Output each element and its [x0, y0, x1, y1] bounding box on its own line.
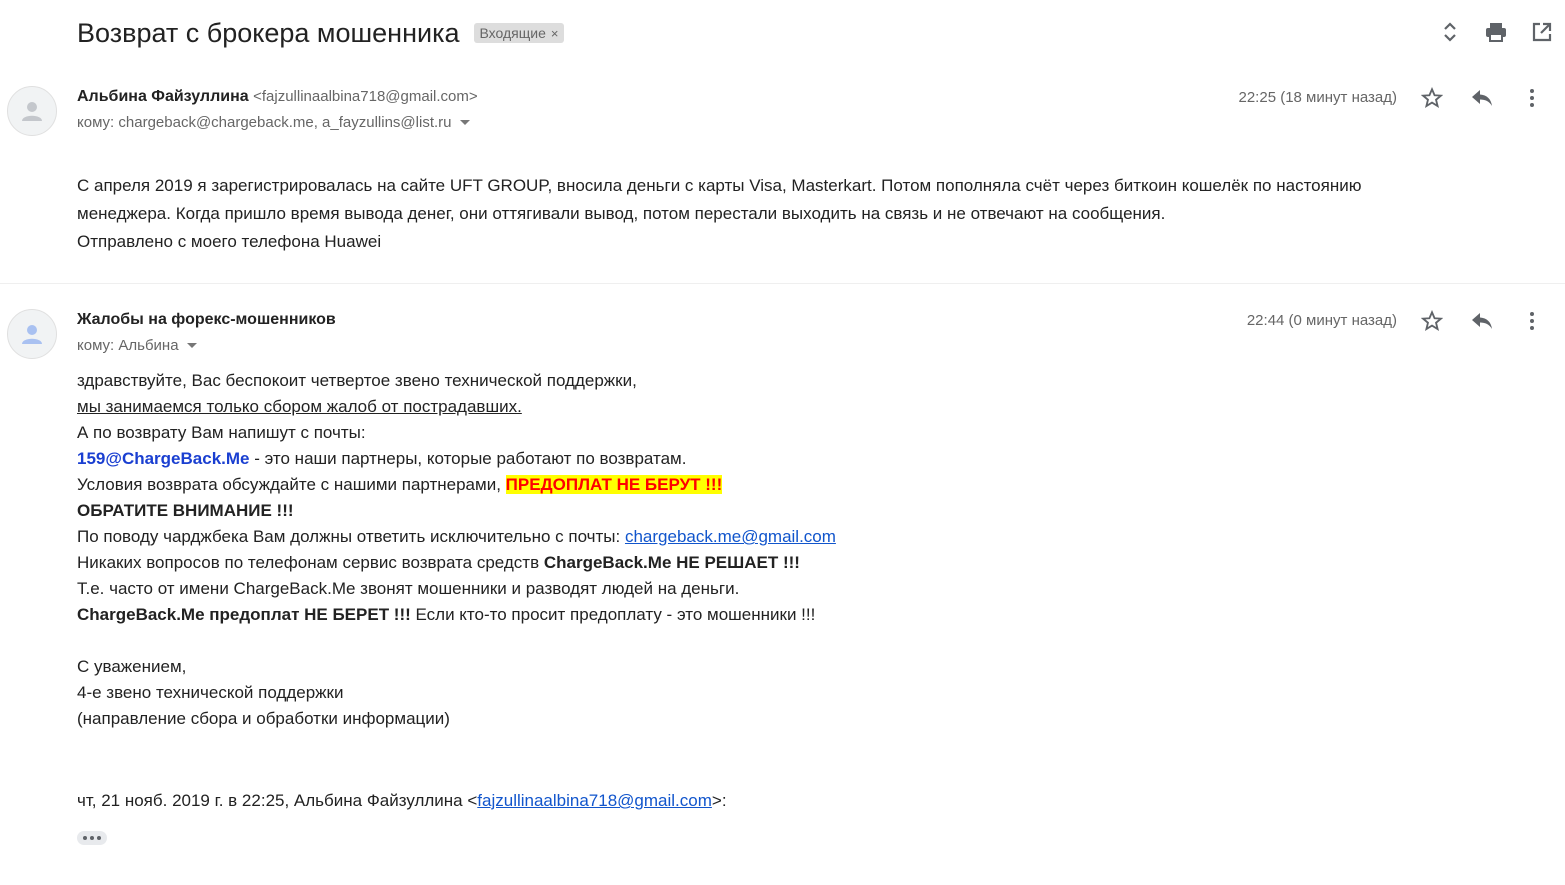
reply-icon[interactable] — [1457, 84, 1507, 112]
star-icon[interactable] — [1407, 84, 1457, 112]
quote-header: чт, 21 нояб. 2019 г. в 22:25, Альбина Фа… — [77, 788, 727, 814]
message-time: 22:44 (0 минут назад) — [1246, 312, 1397, 329]
message-time: 22:25 (18 минут назад) — [1238, 89, 1398, 106]
body-line: По поводу чарджбека Вам должны ответить … — [77, 524, 836, 550]
sender-name[interactable]: Альбина Файзуллина — [77, 88, 249, 105]
reply-icon[interactable] — [1457, 307, 1507, 335]
sender-line: Жалобы на форекс-мошенников — [77, 311, 336, 329]
expand-collapse-icon[interactable] — [1427, 18, 1473, 46]
body-text: Никаких вопросов по телефонам сервис воз… — [77, 553, 544, 572]
body-line: здравствуйте, Вас беспокоит четвертое зв… — [77, 371, 637, 390]
print-icon[interactable] — [1473, 18, 1519, 46]
message-body: здравствуйте, Вас беспокоит четвертое зв… — [77, 368, 836, 732]
body-text: По поводу чарджбека Вам должны ответить … — [77, 527, 625, 546]
signature-line: 4-е звено технической поддержки — [77, 683, 344, 702]
message-divider — [0, 283, 1565, 284]
recipients: кому: Альбина — [77, 337, 179, 354]
quote-suffix: >: — [711, 791, 727, 810]
person-icon — [22, 102, 42, 121]
sender-name[interactable]: Жалобы на форекс-мошенников — [77, 311, 336, 328]
email-subject: Возврат с брокера мошенника — [77, 17, 460, 48]
quote-prefix: чт, 21 нояб. 2019 г. в 22:25, Альбина Фа… — [77, 791, 478, 810]
inbox-label-chip[interactable]: Входящие × — [473, 23, 565, 43]
sender-email: <fajzullinaalbina718@gmail.com> — [253, 88, 478, 105]
quote-email-link[interactable]: fajzullinaalbina718@gmail.com — [477, 791, 712, 810]
message-body: С апреля 2019 я зарегистрировалась на са… — [77, 172, 1361, 256]
body-line: мы занимаемся только сбором жалоб от пос… — [77, 397, 522, 416]
show-trimmed-content-button[interactable] — [77, 831, 107, 845]
subject-row: Возврат с брокера мошенника Входящие × — [77, 14, 565, 52]
remove-label-icon[interactable]: × — [551, 26, 559, 41]
body-line: 159@ChargeBack.Me - это наши партнеры, к… — [77, 446, 836, 472]
body-line: Никаких вопросов по телефонам сервис воз… — [77, 550, 836, 576]
sender-line: Альбина Файзуллина <fajzullinaalbina718@… — [77, 88, 478, 106]
recipients: кому: chargeback@chargeback.me, a_fayzul… — [77, 114, 452, 131]
label-text: Входящие — [479, 25, 546, 41]
body-line: С апреля 2019 я зарегистрировалась на са… — [77, 176, 1362, 195]
body-line: ChargeBack.Me предоплат НЕ БЕРЕТ !!! Есл… — [77, 602, 836, 628]
body-line: Отправлено с моего телефона Huawei — [77, 232, 382, 251]
chevron-down-icon[interactable] — [459, 120, 470, 125]
avatar — [7, 309, 57, 359]
signature-line: (направление сбора и обработки информаци… — [77, 709, 450, 728]
thread-toolbar — [1427, 18, 1565, 46]
message-actions — [1407, 307, 1557, 335]
body-line: Условия возврата обсуждайте с нашими пар… — [77, 472, 836, 498]
chevron-down-icon[interactable] — [186, 343, 197, 348]
partner-email: 159@ChargeBack.Me — [77, 449, 250, 468]
bold-text: ChargeBack.Me предоплат НЕ БЕРЕТ !!! — [77, 605, 411, 624]
recipients-line[interactable]: кому: Альбина — [77, 337, 197, 354]
body-text: Условия возврата обсуждайте с нашими пар… — [77, 475, 506, 494]
email-link[interactable]: chargeback.me@gmail.com — [625, 527, 836, 546]
avatar — [7, 86, 57, 136]
signature-line: С уважением, — [77, 657, 187, 676]
person-icon — [22, 325, 42, 344]
more-vert-icon[interactable] — [1507, 307, 1557, 335]
body-line: А по возврату Вам напишут с почты: — [77, 423, 366, 442]
highlight-warning: ПРЕДОПЛАТ НЕ БЕРУТ !!! — [505, 475, 723, 494]
recipients-line[interactable]: кому: chargeback@chargeback.me, a_fayzul… — [77, 114, 470, 131]
body-line: менеджера. Когда пришло время вывода ден… — [77, 204, 1166, 223]
more-vert-icon[interactable] — [1507, 84, 1557, 112]
body-line: ОБРАТИТЕ ВНИМАНИЕ !!! — [77, 501, 294, 520]
open-in-new-window-icon[interactable] — [1519, 18, 1565, 46]
body-text: - это наши партнеры, которые работают по… — [249, 449, 687, 468]
body-text: Если кто-то просит предоплату - это моше… — [410, 605, 816, 624]
bold-text: ChargeBack.Me НЕ РЕШАЕТ !!! — [543, 553, 800, 572]
body-line: Т.е. часто от имени ChargeBack.Me звонят… — [77, 579, 740, 598]
star-icon[interactable] — [1407, 307, 1457, 335]
message-actions — [1407, 84, 1557, 112]
